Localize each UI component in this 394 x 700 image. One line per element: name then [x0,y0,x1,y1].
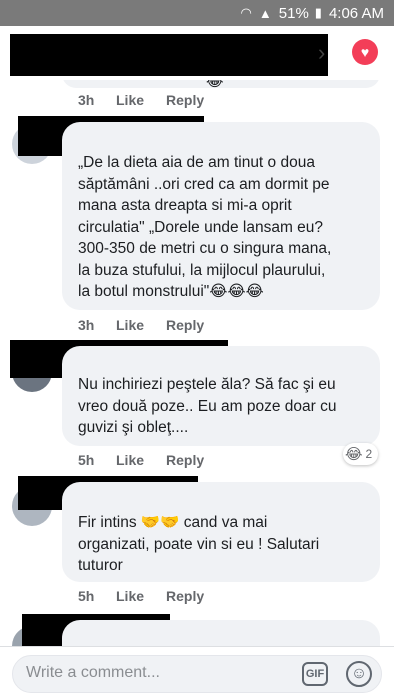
reply-button[interactable]: Reply [166,92,204,108]
comment-line: tuturor [78,557,123,574]
like-button[interactable]: Like [116,588,166,604]
comment-time: 3h [78,317,95,333]
comment-line: 300-350 de metri cu o singura mana, [78,240,332,257]
gif-button[interactable]: GIF [302,662,328,686]
redacted-reactors[interactable] [10,34,328,76]
comment-line: Nu inchiriezi peştele ăla? Să fac şi eu [78,376,336,393]
signal-icon: ▲ [258,5,273,21]
comment-line: vreo două poze.. Eu am poze doar cu [78,397,337,415]
comment-text: Nu inchiriezi peştele ăla? Să fac şi eu … [78,374,378,439]
comment-text: Fir intins 🤝🤝 cand va mai organizati, po… [78,512,378,577]
comment-actions: 3h Like Reply [78,317,204,333]
comments-header: › ♥ [0,26,394,80]
reply-button[interactable]: Reply [166,317,204,333]
like-button[interactable]: Like [116,452,166,468]
chevron-right-icon[interactable]: › [318,40,325,66]
comment-time: 5h [78,452,95,468]
comment-line: mana asta dreapta si mi-a oprit [78,197,292,214]
like-button[interactable]: Like [116,92,166,108]
comment-bubble [62,620,380,646]
comment-composer: Write a comment... GIF ☺ [0,646,394,700]
comment-line: săptămâni ..ori cred ca am dormit pe [78,175,330,193]
heart-icon[interactable]: ♥ [352,39,378,65]
status-bar: ◠ ▲ 51% ▮ 4:06 AM [0,0,394,26]
battery-icon: ▮ [314,5,323,20]
comment-line: guvizi şi obleţ.... [78,419,189,436]
comment-actions: 5h Like Reply [78,452,204,468]
emoji-icon: 😂 [206,80,224,90]
comment-thread[interactable]: 😂 3h Like Reply „De la dieta aia de am t… [0,80,394,646]
comment-line: la botul monstrului"😂😂😂 [78,283,264,300]
comment-line: organizati, poate vin si eu ! Salutari [78,535,320,553]
comment-input-placeholder[interactable]: Write a comment... [26,664,160,682]
reply-button[interactable]: Reply [166,452,204,468]
like-button[interactable]: Like [116,317,166,333]
reply-button[interactable]: Reply [166,588,204,604]
reaction-count: 2 [365,447,373,461]
comment-line: Fir intins 🤝🤝 cand va mai [78,514,268,531]
reaction-count-pill[interactable]: 😂 2 [343,443,379,465]
comment-text: „De la dieta aia de am tinut o doua săpt… [78,152,378,303]
comment-line: „De la dieta aia de am tinut o doua [78,154,315,171]
comment-line: la buza stufului, la mijlocul plaurului, [78,261,326,279]
comment-actions: 3h Like Reply [78,92,204,108]
comment-line: circulatia" „Dorele unde lansam eu? [78,218,324,236]
emoji-icon[interactable]: ☺ [346,661,372,687]
comment-time: 3h [78,92,95,108]
comment-actions: 5h Like Reply [78,588,204,604]
clock: 4:06 AM [328,4,384,22]
wifi-icon: ◠ [240,5,253,20]
haha-reaction-icon: 😂 [345,446,363,463]
comment-time: 5h [78,588,95,604]
battery-percent: 51% [278,4,309,22]
